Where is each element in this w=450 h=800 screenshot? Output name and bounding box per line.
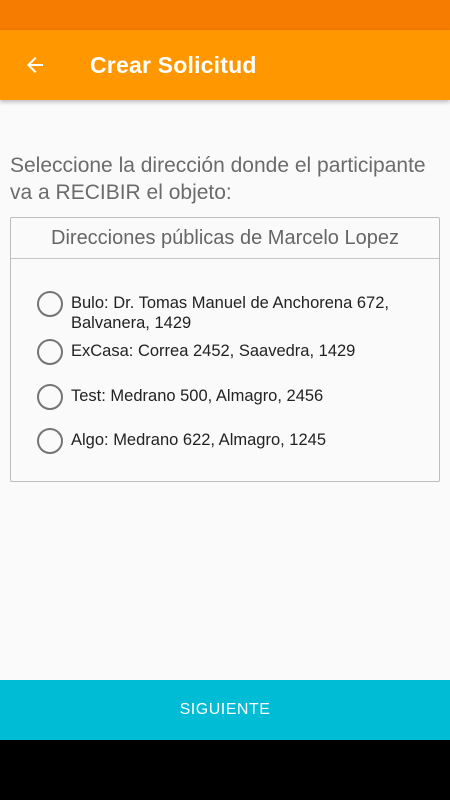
radio-button[interactable]	[37, 291, 63, 317]
navigation-bar	[0, 740, 450, 800]
address-option-algo[interactable]: Algo: Medrano 622, Almagro, 1245	[37, 428, 431, 454]
address-option-label: Test: Medrano 500, Almagro, 2456	[71, 387, 324, 405]
addresses-card-heading: Direcciones públicas de Marcelo Lopez	[11, 218, 439, 259]
next-button[interactable]: SIGUIENTE	[0, 680, 450, 740]
address-option-label: Bulo: Dr. Tomas Manuel de Anchorena 672,…	[71, 294, 389, 332]
page-title: Crear Solicitud	[90, 51, 257, 78]
radio-button[interactable]	[37, 339, 63, 365]
address-option-test[interactable]: Test: Medrano 500, Almagro, 2456	[37, 384, 431, 410]
arrow-left-icon	[27, 57, 43, 73]
address-option-label: ExCasa: Correa 2452, Saavedra, 1429	[71, 342, 356, 360]
app-bar: Crear Solicitud	[0, 30, 450, 100]
address-option-excasa[interactable]: ExCasa: Correa 2452, Saavedra, 1429	[37, 339, 431, 365]
status-bar	[0, 0, 450, 30]
back-button[interactable]	[0, 30, 70, 100]
addresses-card: Direcciones públicas de Marcelo Lopez Bu…	[10, 217, 440, 482]
radio-button[interactable]	[37, 384, 63, 410]
instruction-text: Seleccione la dirección donde el partici…	[10, 154, 426, 204]
address-option-bulo[interactable]: Bulo: Dr. Tomas Manuel de Anchorena 672,…	[37, 291, 431, 333]
address-option-label: Algo: Medrano 622, Almagro, 1245	[71, 431, 327, 449]
radio-button[interactable]	[37, 428, 63, 454]
